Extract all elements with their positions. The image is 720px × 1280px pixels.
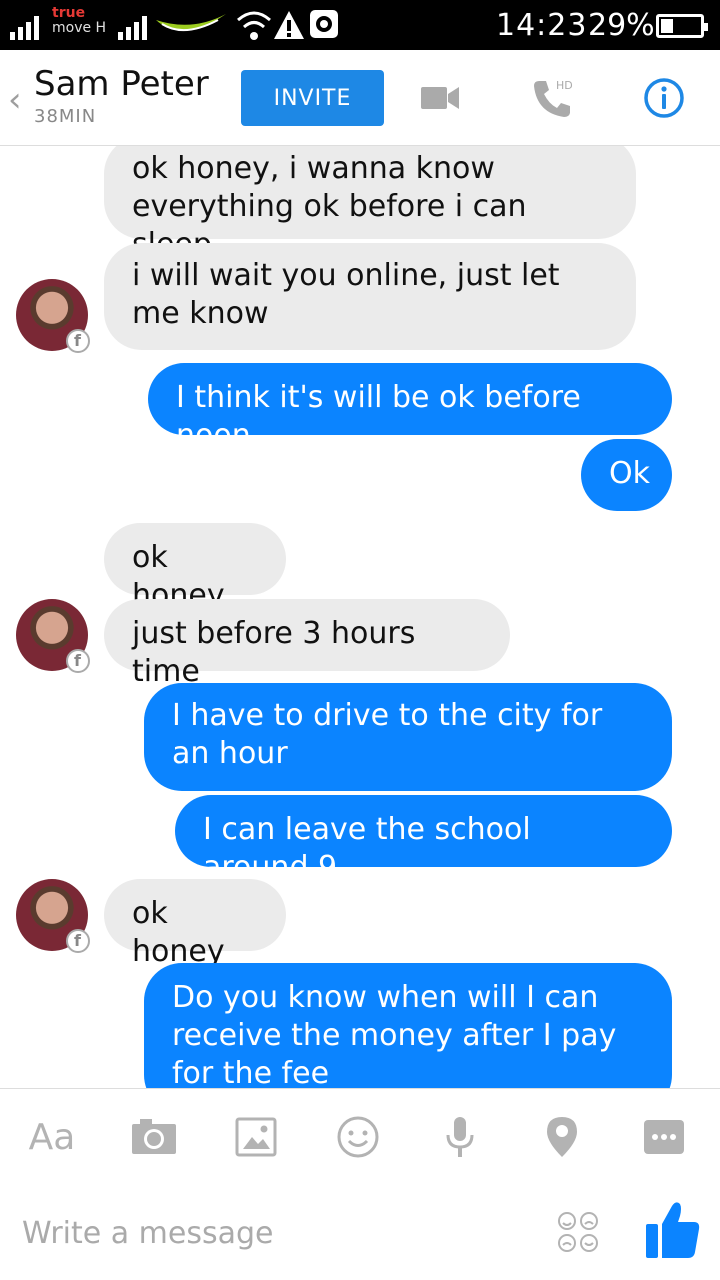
voice-message-button[interactable]: [434, 1111, 486, 1163]
emoji-icon: [337, 1116, 379, 1158]
battery-percent: 29%: [588, 8, 655, 43]
carrier-bottom: move H: [52, 20, 107, 36]
message-bubble-incoming[interactable]: ok honey: [104, 523, 286, 613]
message-list[interactable]: ok honey, i wanna know everything ok bef…: [0, 146, 720, 1088]
gallery-icon: [235, 1117, 277, 1157]
warning-icon: [274, 11, 304, 39]
app-notification-icon: [310, 10, 338, 38]
back-button[interactable]: ‹: [8, 80, 22, 120]
signal-strength-2-icon: [118, 16, 147, 40]
composer-toolbar: Aa: [0, 1088, 720, 1184]
contact-name[interactable]: Sam Peter: [34, 64, 209, 104]
location-button[interactable]: [536, 1111, 588, 1163]
message-bubble-incoming[interactable]: i will wait you online, just let me know: [104, 243, 636, 350]
more-button[interactable]: [638, 1111, 690, 1163]
wifi-icon: [237, 11, 271, 40]
like-button[interactable]: [644, 1200, 700, 1260]
facebook-badge-icon: [66, 329, 90, 353]
svg-text:HD: HD: [556, 79, 573, 92]
video-camera-icon: [421, 87, 459, 109]
info-icon: [644, 78, 684, 118]
carrier-top: true: [52, 5, 86, 21]
message-input[interactable]: [22, 1210, 522, 1256]
sticker-button[interactable]: [556, 1210, 600, 1254]
message-bubble-outgoing[interactable]: I think it's will be ok before noon: [148, 363, 672, 453]
voice-call-button[interactable]: HD: [524, 72, 580, 124]
battery-icon: [656, 14, 708, 38]
contact-avatar[interactable]: [16, 279, 90, 353]
invite-button[interactable]: INVITE: [241, 70, 384, 126]
sticker-icon: [558, 1212, 598, 1252]
text-format-button[interactable]: Aa: [26, 1111, 78, 1163]
message-bubble-incoming[interactable]: ok honey: [104, 879, 286, 969]
microphone-icon: [446, 1117, 474, 1157]
message-bubble-incoming[interactable]: ok honey, i wanna know everything ok bef…: [104, 146, 636, 262]
emoji-button[interactable]: [332, 1111, 384, 1163]
messenger-screen: true move H 14:23 29% ‹ Sam Peter 38MIN …: [0, 0, 720, 1280]
clock: 14:23: [496, 8, 588, 43]
status-bar: true move H 14:23 29%: [0, 0, 720, 50]
carrier-label: true move H: [52, 6, 106, 36]
carrier-logo-icon: [156, 14, 226, 31]
location-pin-icon: [547, 1117, 577, 1157]
conversation-header: ‹ Sam Peter 38MIN INVITE HD: [0, 50, 720, 146]
facebook-badge-icon: [66, 649, 90, 673]
camera-button[interactable]: [128, 1111, 180, 1163]
video-call-button[interactable]: [412, 72, 468, 124]
message-composer: [0, 1184, 720, 1280]
message-bubble-outgoing[interactable]: Ok: [581, 439, 672, 511]
message-bubble-outgoing[interactable]: I can leave the school around 9: [175, 795, 672, 885]
contact-status: 38MIN: [34, 106, 97, 127]
info-button[interactable]: [636, 72, 692, 124]
message-bubble-incoming[interactable]: just before 3 hours time: [104, 599, 510, 689]
message-bubble-outgoing[interactable]: Do you know when will I can receive the …: [144, 963, 672, 1088]
facebook-badge-icon: [66, 929, 90, 953]
signal-strength-icon: [10, 16, 39, 40]
more-icon: [644, 1120, 684, 1154]
gallery-button[interactable]: [230, 1111, 282, 1163]
phone-hd-icon: HD: [534, 79, 573, 117]
camera-icon: [132, 1119, 176, 1154]
thumbs-up-icon: [646, 1202, 700, 1258]
contact-avatar[interactable]: [16, 599, 90, 673]
message-bubble-outgoing[interactable]: I have to drive to the city for an hour: [144, 683, 672, 791]
contact-avatar[interactable]: [16, 879, 90, 953]
